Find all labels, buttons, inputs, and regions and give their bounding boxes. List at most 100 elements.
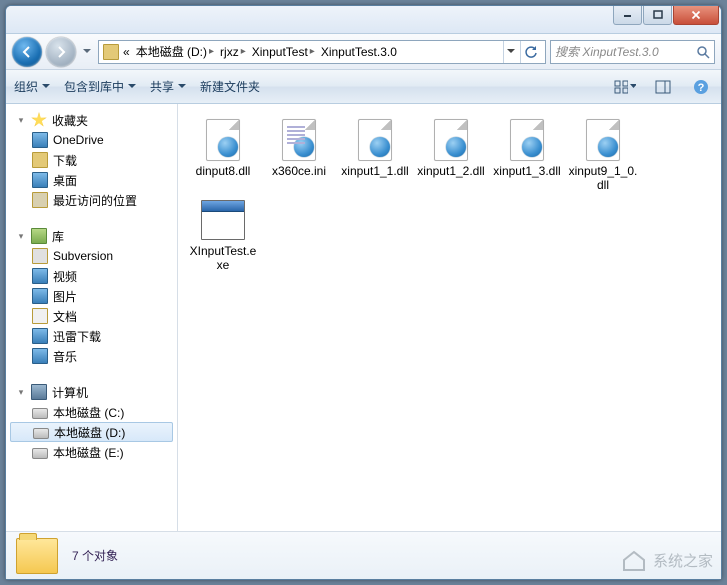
include-in-library-menu[interactable]: 包含到库中 (64, 78, 136, 95)
sidebar-item-downloads[interactable]: 下载 (10, 150, 177, 170)
libraries-header[interactable]: ▾库 (10, 226, 177, 246)
file-xinputtest-exe[interactable]: XInputTest.exe (186, 198, 260, 272)
file-label: xinput1_3.dll (493, 164, 560, 178)
nav-label: 桌面 (53, 172, 77, 189)
toolbar: 组织 包含到库中 共享 新建文件夹 ? (6, 70, 721, 104)
collapse-icon[interactable]: ▾ (16, 115, 26, 126)
crumb-label: rjxz (220, 45, 239, 59)
status-text: 7 个对象 (72, 547, 118, 564)
crumb-rjxz[interactable]: rjxz▸ (218, 45, 248, 59)
svn-icon (32, 248, 48, 264)
crumb-drive[interactable]: 本地磁盘 (D:)▸ (134, 43, 216, 60)
folder-icon (103, 44, 119, 60)
file-dinput8[interactable]: dinput8.dll (186, 118, 260, 192)
back-button[interactable] (12, 37, 42, 67)
search-input[interactable]: 搜索 XinputTest.3.0 (550, 40, 715, 64)
sidebar-item-onedrive[interactable]: OneDrive (10, 130, 177, 150)
exe-icon (201, 200, 245, 240)
sidebar-item-videos[interactable]: 视频 (10, 266, 177, 286)
favorites-group: ▾收藏夹 OneDrive 下载 桌面 最近访问的位置 (10, 110, 177, 210)
toolbar-label: 包含到库中 (64, 78, 124, 95)
sidebar-item-recent[interactable]: 最近访问的位置 (10, 190, 177, 210)
svg-text:?: ? (698, 82, 705, 94)
chevron-right-icon[interactable]: ▸ (241, 46, 246, 57)
nav-label: 迅雷下载 (53, 328, 101, 345)
titlebar[interactable] (6, 6, 721, 34)
sidebar-item-music[interactable]: 音乐 (10, 346, 177, 366)
dll-icon (206, 119, 240, 161)
nav-label: 最近访问的位置 (53, 192, 137, 209)
nav-label: 本地磁盘 (D:) (54, 424, 125, 441)
minimize-button[interactable] (613, 6, 642, 25)
new-folder-button[interactable]: 新建文件夹 (200, 78, 260, 95)
video-icon (32, 268, 48, 284)
cloud-icon (32, 132, 48, 148)
refresh-button[interactable] (520, 41, 541, 63)
nav-label: 音乐 (53, 348, 77, 365)
document-icon (32, 308, 48, 324)
sidebar-item-xunlei[interactable]: 迅雷下载 (10, 326, 177, 346)
explorer-window: « 本地磁盘 (D:)▸ rjxz▸ XinputTest▸ XinputTes… (5, 5, 722, 580)
body: ▾收藏夹 OneDrive 下载 桌面 最近访问的位置 ▾库 Subversio… (6, 104, 721, 531)
computer-icon (31, 384, 47, 400)
folder-icon (32, 152, 48, 168)
file-xinput910[interactable]: xinput9_1_0.dll (566, 118, 640, 192)
favorites-header[interactable]: ▾收藏夹 (10, 110, 177, 130)
nav-label: 文档 (53, 308, 77, 325)
file-xinput13[interactable]: xinput1_3.dll (490, 118, 564, 192)
sidebar-item-subversion[interactable]: Subversion (10, 246, 177, 266)
ini-icon (282, 119, 316, 161)
file-label: XInputTest.exe (187, 244, 259, 272)
preview-pane-button[interactable] (651, 76, 675, 98)
sidebar-item-drive-c[interactable]: 本地磁盘 (C:) (10, 402, 177, 422)
file-xinput12[interactable]: xinput1_2.dll (414, 118, 488, 192)
file-label: xinput9_1_0.dll (567, 164, 639, 192)
collapse-icon[interactable]: ▾ (16, 387, 26, 398)
sidebar-item-drive-d[interactable]: 本地磁盘 (D:) (10, 422, 173, 442)
sidebar-item-drive-e[interactable]: 本地磁盘 (E:) (10, 442, 177, 462)
file-xinput11[interactable]: xinput1_1.dll (338, 118, 412, 192)
star-icon (31, 112, 47, 128)
folder-icon (16, 538, 58, 574)
crumb-label: 本地磁盘 (D:) (136, 43, 207, 60)
download-icon (32, 328, 48, 344)
nav-label: 本地磁盘 (E:) (53, 444, 124, 461)
recent-icon (32, 192, 48, 208)
organize-menu[interactable]: 组织 (14, 78, 50, 95)
dll-icon (586, 119, 620, 161)
nav-history-dropdown[interactable] (80, 40, 94, 64)
address-dropdown[interactable] (503, 41, 518, 63)
desktop-icon (32, 172, 48, 188)
share-menu[interactable]: 共享 (150, 78, 186, 95)
chevron-right-icon[interactable]: ▸ (209, 46, 214, 57)
statusbar: 7 个对象 (6, 531, 721, 579)
collapse-icon[interactable]: ▾ (16, 231, 26, 242)
nav-label: 下载 (53, 152, 77, 169)
crumb-xinputtest[interactable]: XinputTest▸ (250, 45, 317, 59)
sidebar-item-desktop[interactable]: 桌面 (10, 170, 177, 190)
crumb-current[interactable]: XinputTest.3.0 (319, 45, 399, 59)
address-bar[interactable]: « 本地磁盘 (D:)▸ rjxz▸ XinputTest▸ XinputTes… (98, 40, 546, 64)
file-label: xinput1_2.dll (417, 164, 484, 178)
file-label: xinput1_1.dll (341, 164, 408, 178)
file-list[interactable]: dinput8.dll x360ce.ini xinput1_1.dll xin… (178, 104, 721, 531)
forward-button[interactable] (46, 37, 76, 67)
maximize-button[interactable] (643, 6, 672, 25)
navbar: « 本地磁盘 (D:)▸ rjxz▸ XinputTest▸ XinputTes… (6, 34, 721, 70)
help-button[interactable]: ? (689, 76, 713, 98)
crumb-label: XinputTest (252, 45, 308, 59)
file-x360ce[interactable]: x360ce.ini (262, 118, 336, 192)
nav-label: 库 (52, 228, 64, 245)
crumb-prev[interactable]: « (121, 45, 132, 59)
close-button[interactable] (673, 6, 719, 25)
chevron-right-icon[interactable]: ▸ (310, 46, 315, 57)
nav-pane[interactable]: ▾收藏夹 OneDrive 下载 桌面 最近访问的位置 ▾库 Subversio… (6, 104, 178, 531)
sidebar-item-documents[interactable]: 文档 (10, 306, 177, 326)
crumb-overflow: « (123, 45, 130, 59)
sidebar-item-pictures[interactable]: 图片 (10, 286, 177, 306)
music-icon (32, 348, 48, 364)
computer-header[interactable]: ▾计算机 (10, 382, 177, 402)
dll-icon (434, 119, 468, 161)
view-mode-button[interactable] (613, 76, 637, 98)
search-placeholder: 搜索 XinputTest.3.0 (555, 43, 659, 60)
